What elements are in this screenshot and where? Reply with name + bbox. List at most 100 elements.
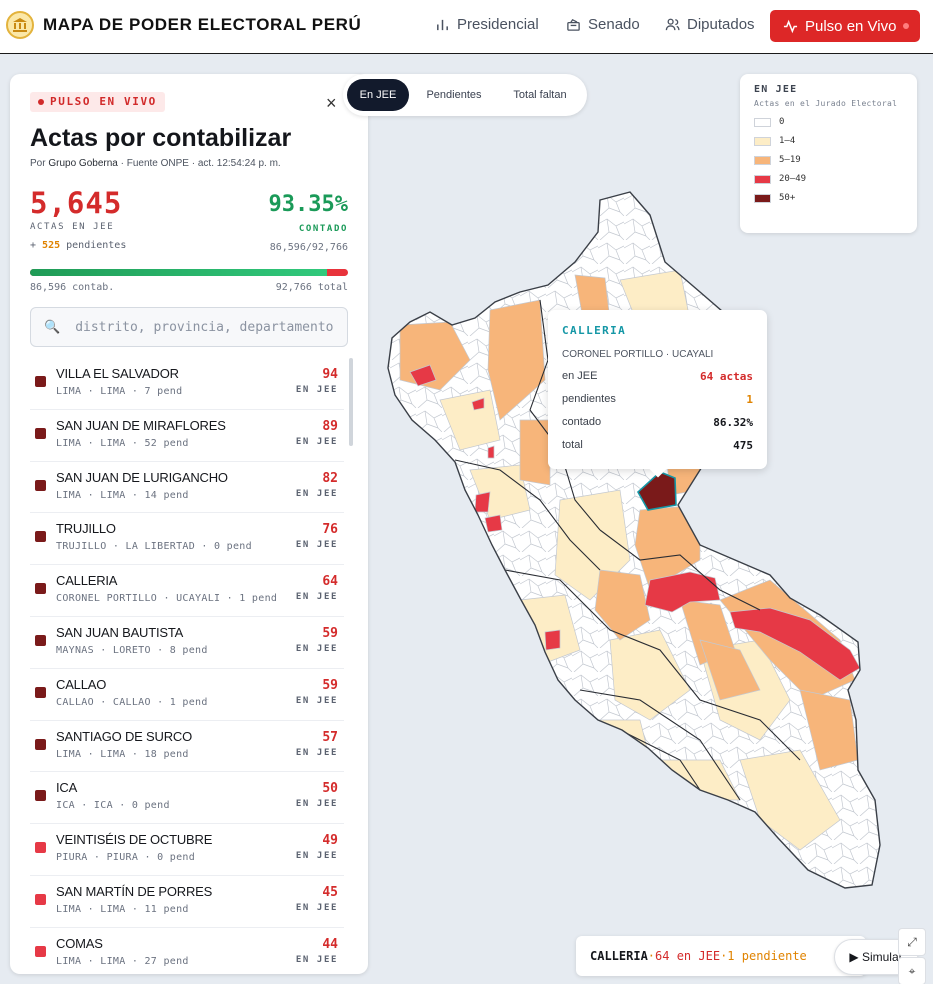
district-count: 44 <box>322 936 338 952</box>
district-row[interactable]: VEINTISÉIS DE OCTUBRE PIURA · PIURA · 0 p… <box>30 824 344 876</box>
district-row[interactable]: SANTIAGO DE SURCO LIMA · LIMA · 18 pend 57… <box>30 721 344 773</box>
tooltip-label: en JEE <box>562 370 598 382</box>
district-row[interactable]: COMAS LIMA · LIMA · 27 pend 44 EN JEE <box>30 928 344 974</box>
district-meta: ICA · ICA · 0 pend <box>56 800 170 812</box>
legend-item: 20–49 <box>754 174 903 184</box>
level-swatch <box>35 790 46 802</box>
district-tag: EN JEE <box>295 902 338 913</box>
list-scrollbar[interactable] <box>349 358 353 446</box>
tooltip-row: total 475 <box>562 439 753 452</box>
legend-swatch <box>754 155 771 165</box>
live-dot <box>903 23 909 29</box>
nav-label: Diputados <box>687 16 755 33</box>
nav-presidencial[interactable]: Presidencial <box>435 16 539 33</box>
district-tag: EN JEE <box>295 954 338 965</box>
search-input[interactable] <box>75 319 336 335</box>
tab-en-jee[interactable]: En JEE <box>347 79 409 111</box>
activity-icon <box>783 19 798 33</box>
district-meta: LIMA · LIMA · 18 pend <box>56 748 189 760</box>
district-tag: EN JEE <box>295 695 338 706</box>
district-count: 64 <box>322 574 338 590</box>
district-row[interactable]: VILLA EL SALVADOR LIMA · LIMA · 7 pend 94 E… <box>30 358 344 410</box>
selected-pending: 1 pendiente <box>727 949 807 963</box>
district-row[interactable]: SAN JUAN BAUTISTA MAYNAS · LORETO · 8 pen… <box>30 617 344 669</box>
tab-pendientes[interactable]: Pendientes <box>409 79 499 111</box>
district-name: ICA <box>56 780 78 796</box>
district-count: 45 <box>322 884 338 900</box>
bar-right-label: 92,766 total <box>275 282 348 293</box>
district-meta: TRUJILLO · LA LIBERTAD · 0 pend <box>56 541 252 553</box>
bar-left-label: 86,596 contab. <box>30 282 115 293</box>
expand-icon[interactable]: ⤢ <box>898 928 926 956</box>
legend-subtitle: Actas en el Jurado Electoral <box>754 99 898 108</box>
tab-total-faltan[interactable]: Total faltan <box>499 79 581 111</box>
nav-label: Presidencial <box>457 16 539 33</box>
district-name: COMAS <box>56 935 103 951</box>
district-tag: EN JEE <box>295 643 338 654</box>
pend-suffix: pendientes <box>60 240 127 251</box>
district-meta: LIMA · LIMA · 14 pend <box>56 489 189 501</box>
district-row[interactable]: ICA ICA · ICA · 0 pend 50 EN JEE <box>30 772 344 825</box>
tooltip-value: 86.32% <box>713 416 753 429</box>
tooltip-value: 64 actas <box>700 370 753 383</box>
pulse-label: Pulso en Vivo <box>805 17 897 35</box>
district-count: 82 <box>322 470 338 486</box>
legend-swatch <box>754 136 771 146</box>
district-row[interactable]: CALLERIA CORONEL PORTILLO · UCAYALI · 1 p… <box>30 565 344 617</box>
level-swatch <box>35 738 46 750</box>
district-name: SAN JUAN BAUTISTA <box>56 624 184 640</box>
legend-label: 50+ <box>779 193 796 203</box>
district-count: 76 <box>322 522 338 538</box>
tooltip-value: 475 <box>733 439 753 452</box>
district-count: 59 <box>322 625 338 641</box>
legend-label: 20–49 <box>779 174 807 184</box>
district-meta: LIMA · LIMA · 7 pend <box>56 386 183 397</box>
map-control-icon[interactable]: ⌖ <box>898 957 926 984</box>
district-row[interactable]: CALLAO CALLAO · CALLAO · 1 pend 59 EN JEE <box>30 669 344 721</box>
district-row[interactable]: SAN JUAN DE MIRAFLORES LIMA · LIMA · 52 p… <box>30 410 344 462</box>
byline: Por Grupo Goberna · Fuente ONPE · act. 1… <box>30 158 281 169</box>
district-name: CALLERIA <box>56 573 118 589</box>
district-name: CALLAO <box>56 676 107 692</box>
district-name: SANTIAGO DE SURCO <box>56 728 193 744</box>
district-tag: EN JEE <box>295 799 338 810</box>
byline-prefix: Por <box>30 158 49 169</box>
legend-label: 0 <box>779 117 785 127</box>
district-count: 89 <box>322 418 338 434</box>
tooltip-row: en JEE 64 actas <box>562 370 753 383</box>
close-icon[interactable]: × <box>326 93 337 114</box>
byline-rest: · Fuente ONPE · act. 12:54:24 p. m. <box>117 158 281 169</box>
live-pulse-button[interactable]: Pulso en Vivo <box>770 10 920 42</box>
district-row[interactable]: SAN JUAN DE LURIGANCHO LIMA · LIMA · 14 p… <box>30 462 344 514</box>
level-swatch <box>35 376 46 387</box>
byline-org: Grupo Goberna <box>48 158 118 169</box>
level-swatch <box>35 531 46 543</box>
district-tag: EN JEE <box>295 488 338 499</box>
district-tag: EN JEE <box>295 385 338 395</box>
pending-line: + 525 pendientes <box>30 240 126 251</box>
district-row[interactable]: TRUJILLO TRUJILLO · LA LIBERTAD · 0 pend 7… <box>30 513 344 566</box>
map-legend: EN JEE Actas en el Jurado Electoral 0 1–4… <box>740 74 917 233</box>
panel-title: Actas por contabilizar <box>30 124 292 152</box>
nav-diputados[interactable]: Diputados <box>665 16 755 33</box>
district-count: 50 <box>322 781 338 797</box>
selected-district: CALLERIA <box>590 949 648 963</box>
tooltip-value: 1 <box>746 393 753 406</box>
district-name: SAN JUAN DE MIRAFLORES <box>56 417 226 433</box>
search-box[interactable]: 🔍 <box>30 307 348 347</box>
district-tooltip: CALLERIA CORONEL PORTILLO · UCAYALI en J… <box>548 310 767 469</box>
separator: · <box>720 949 728 963</box>
live-badge: PULSO EN VIVO <box>30 92 165 112</box>
district-count: 57 <box>322 729 338 745</box>
district-meta: LIMA · LIMA · 27 pend <box>56 955 189 967</box>
level-swatch <box>35 427 46 439</box>
logo-icon <box>6 11 34 39</box>
nav-senado[interactable]: Senado <box>566 16 640 33</box>
actas-count: 5,645 <box>30 186 123 220</box>
district-name: VEINTISÉIS DE OCTUBRE <box>56 832 213 848</box>
district-name: SAN JUAN DE LURIGANCHO <box>56 469 228 485</box>
district-row[interactable]: SAN MARTÍN DE PORRES LIMA · LIMA · 11 pen… <box>30 876 344 928</box>
nav-label: Senado <box>588 16 640 33</box>
district-meta: LIMA · LIMA · 52 pend <box>56 437 189 449</box>
level-swatch <box>35 686 46 698</box>
